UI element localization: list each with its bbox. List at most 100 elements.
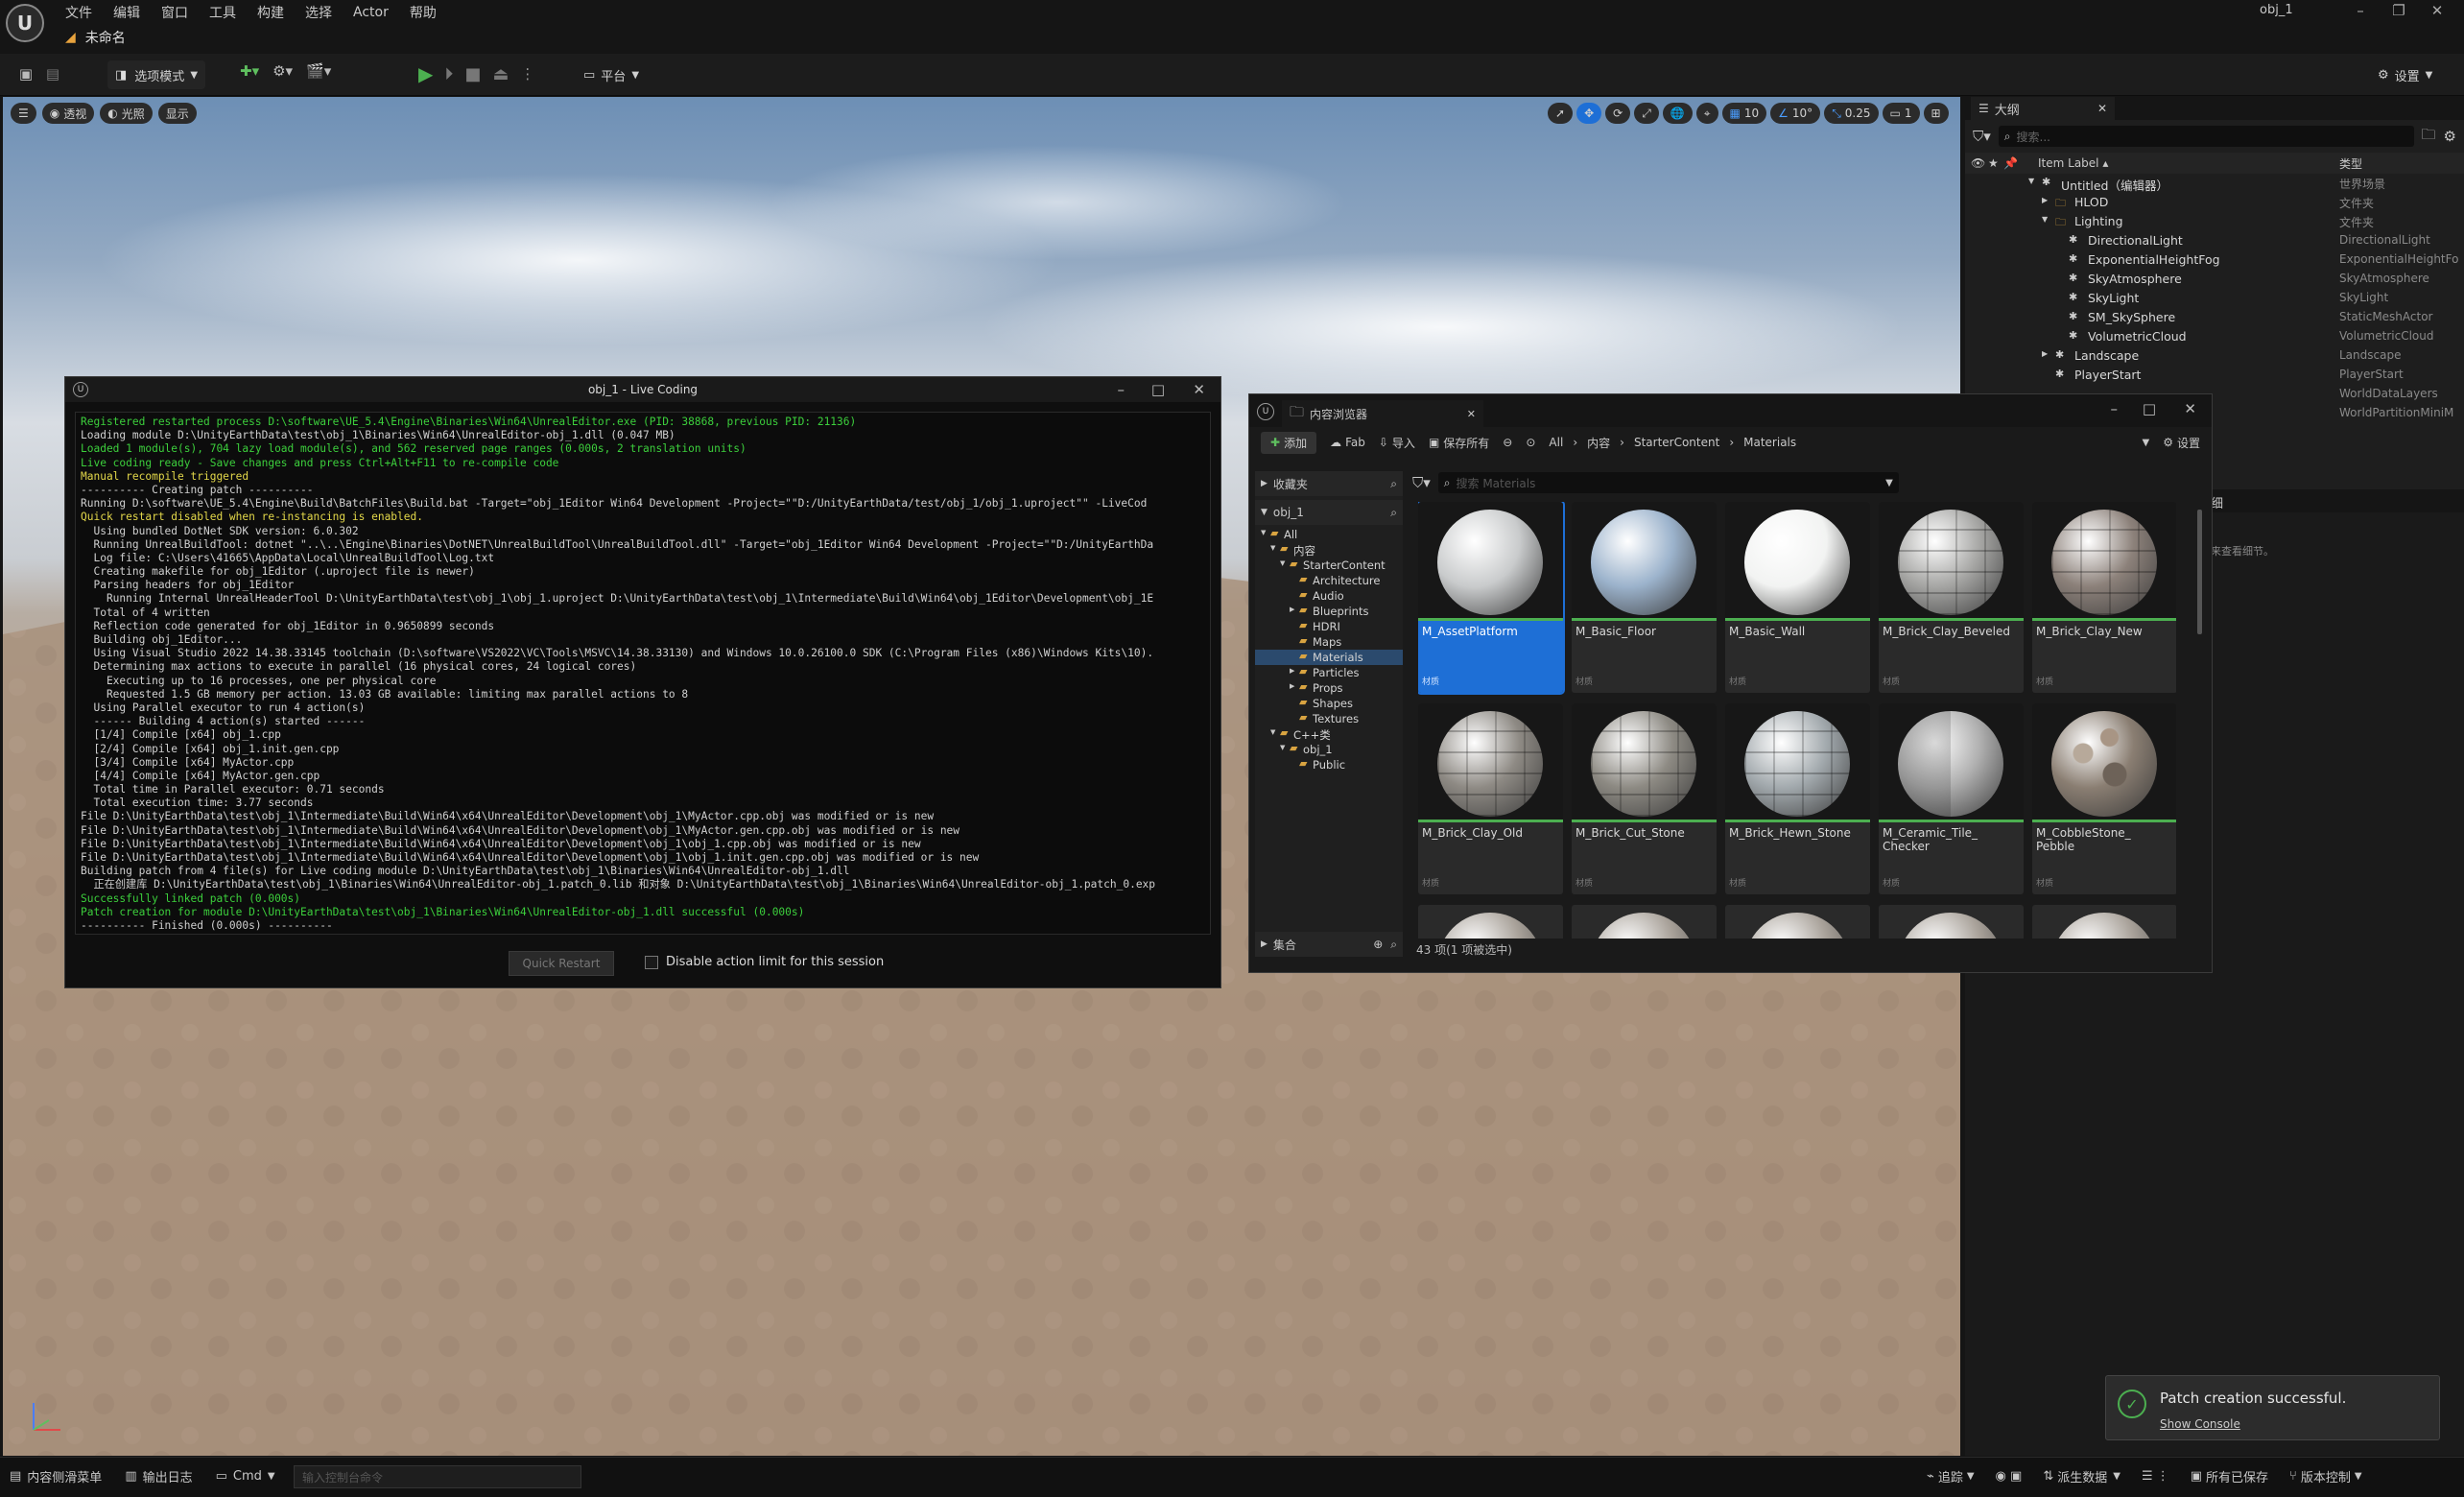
close-icon[interactable]: ✕ [2184,400,2196,417]
expand-arrow-icon[interactable]: ▼ [1270,544,1275,552]
breadcrumb-item[interactable]: StarterContent [1634,436,1719,449]
add-button[interactable]: ✚ 添加 [1261,431,1317,454]
column-type[interactable]: 类型 [2339,155,2362,172]
asset-tile[interactable] [1879,905,2024,939]
asset-tile[interactable]: M_Brick_Cut_Stone 材质 [1572,703,1717,894]
eye-icon[interactable]: 👁 [1971,156,1985,170]
select-icon[interactable]: ➚ [1548,103,1574,124]
expand-arrow-icon[interactable]: ▼ [1270,728,1275,736]
close-icon[interactable]: ✕ [1467,408,1476,420]
asset-tile[interactable]: M_Brick_Hewn_Stone 材质 [1725,703,1870,894]
collections-header[interactable]: ▶ 集合 ⊕ ⌕ [1255,932,1403,957]
folder-tree-item[interactable]: ▰ Public [1255,757,1403,772]
content-browser-tab[interactable]: 🗀 内容浏览器 ✕ [1282,400,1483,427]
level-tab[interactable]: ◢ 未命名 [65,25,126,50]
save-icon[interactable]: ▣ [13,61,38,86]
folder-tree-item[interactable]: ▶ ▰ Particles [1255,665,1403,680]
cmd-button[interactable]: ▭ Cmd ▼ [216,1469,275,1484]
menu-item-2[interactable]: 窗口 [161,3,188,22]
camera-speed-button[interactable]: ▭ 1 [1882,103,1920,124]
filter-icon[interactable]: ⛉▾ [1412,474,1431,491]
asset-scrollbar[interactable] [2197,510,2202,634]
saved-button[interactable]: ▣ 所有已保存 [2191,1467,2268,1485]
expand-arrow-icon[interactable]: ▶ [1290,606,1294,613]
history-back-icon[interactable]: ⊖ [1503,436,1512,449]
grid-snap-button[interactable]: ▦ 10 [1721,103,1767,124]
outliner-row[interactable]: ▶ ✱ Landscape Landscape [1965,346,2464,366]
asset-tile[interactable] [1725,905,1870,939]
column-item-label[interactable]: Item Label ▴ [2038,156,2108,170]
quick-restart-button[interactable]: Quick Restart [509,951,614,976]
outliner-search[interactable]: ⌕ 搜索... [1998,126,2414,147]
add-actor-icon[interactable]: ✚▾ [240,62,259,80]
outliner-tab[interactable]: ☰ 大纲 ✕ [1971,97,2115,120]
view-mode-button[interactable]: ◉ 透视 [41,103,95,124]
fab-button[interactable]: ☁ Fab [1330,436,1365,449]
pin-icon[interactable]: 📌 [2003,156,2018,170]
folder-tree-item[interactable]: ▰ Maps [1255,634,1403,650]
folder-tree-item[interactable]: ▼ ▰ obj_1 [1255,742,1403,757]
record-icon[interactable]: ◉ ▣ [1996,1469,2023,1484]
folder-tree-item[interactable]: ▰ Audio [1255,588,1403,604]
minimize-icon[interactable]: – [2111,400,2119,417]
expand-arrow-icon[interactable]: ▶ [2042,349,2048,358]
outliner-row[interactable]: ▼ 🗀 Lighting 文件夹 [1965,212,2464,231]
folder-tree-item[interactable]: ▼ ▰ 内容 [1255,542,1403,558]
expand-arrow-icon[interactable]: ▶ [2042,196,2048,204]
asset-tile[interactable]: M_Brick_Clay_Beveled 材质 [1879,502,2024,693]
rotation-snap-button[interactable]: ∠ 10° [1770,103,1821,124]
expand-arrow-icon[interactable]: ▼ [1280,559,1285,567]
save-all-button[interactable]: ▣ 保存所有 [1429,435,1489,451]
viewport-menu-icon[interactable]: ☰ [11,103,36,124]
menu-item-4[interactable]: 构建 [257,3,284,22]
breadcrumb-item[interactable]: All [1549,436,1563,449]
checkbox[interactable] [645,955,658,969]
outliner-row[interactable]: ✱ DirectionalLight DirectionalLight [1965,231,2464,250]
outliner-row[interactable]: ✱ ExponentialHeightFog ExponentialHeightFo [1965,250,2464,270]
asset-search[interactable]: ⌕ 搜索 Materials ▼ [1437,472,1899,493]
filter-icon[interactable]: ⛉▾ [1973,128,1991,145]
rotate-icon[interactable]: ⟳ [1605,103,1631,124]
asset-tile[interactable] [1572,905,1717,939]
step-icon[interactable]: ⏵ [444,64,453,84]
folder-tree-item[interactable]: ▰ Architecture [1255,573,1403,588]
history-forward-icon[interactable]: ⊙ [1526,436,1535,449]
console-input[interactable]: 输入控制台命令 [294,1465,581,1488]
folder-tree-item[interactable]: ▶ ▰ Props [1255,680,1403,696]
minimize-icon[interactable]: – [2341,2,2380,19]
outliner-row[interactable]: ✱ SM_SkySphere StaticMeshActor [1965,308,2464,327]
settings-button[interactable]: ⚙ 设置 ▼ [2370,60,2440,89]
close-icon[interactable]: ✕ [1193,381,1205,398]
outliner-row[interactable]: ✱ PlayerStart PlayerStart [1965,366,2464,385]
breadcrumb-item[interactable]: 内容 [1587,435,1610,451]
outliner-row[interactable]: ▼ ✱ Untitled（编辑器） 世界场景 [1965,174,2464,193]
import-button[interactable]: ⇩ 导入 [1379,435,1415,451]
show-console-link[interactable]: Show Console [2160,1417,2240,1431]
asset-tile[interactable]: M_Brick_Clay_Old 材质 [1418,703,1563,894]
asset-tile[interactable]: M_Brick_Clay_New 材质 [2032,502,2176,693]
disable-limit-checkbox-row[interactable]: Disable action limit for this session [645,955,884,969]
star-icon[interactable]: ★ [1988,156,1999,170]
breadcrumb-item[interactable]: Materials [1743,436,1796,449]
favorites-header[interactable]: ▶ 收藏夹 ⌕ [1255,471,1403,496]
folder-tree-item[interactable]: ▰ HDRI [1255,619,1403,634]
cinematics-icon[interactable]: 🎬▾ [306,62,331,80]
folder-tree-item[interactable]: ▰ Materials [1255,650,1403,665]
version-control-button[interactable]: ⑂ 版本控制 ▼ [2289,1467,2362,1485]
menu-item-6[interactable]: Actor [353,5,389,20]
output-log-button[interactable]: ▥ 输出日志 [125,1467,192,1485]
search-icon[interactable]: ⌕ [1390,506,1397,520]
maximize-icon[interactable]: □ [1151,381,1165,398]
asset-tile[interactable]: M_Basic_Floor 材质 [1572,502,1717,693]
settings-button[interactable]: ⚙ 设置 [2163,435,2200,451]
expand-arrow-icon[interactable]: ▼ [1261,529,1266,536]
close-icon[interactable]: ✕ [2418,2,2456,19]
folder-tree-item[interactable]: ▼ ▰ StarterContent [1255,558,1403,573]
asset-tile[interactable] [2032,905,2176,939]
outliner-row[interactable]: ✱ SkyLight SkyLight [1965,289,2464,308]
asset-tile[interactable]: M_AssetPlatform 材质 [1418,502,1565,695]
show-button[interactable]: 显示 [157,103,197,124]
expand-arrow-icon[interactable]: ▶ [1290,682,1294,690]
scale-snap-button[interactable]: ⤡ 0.25 [1824,103,1879,124]
blueprint-icon[interactable]: ⚙▾ [272,62,293,80]
